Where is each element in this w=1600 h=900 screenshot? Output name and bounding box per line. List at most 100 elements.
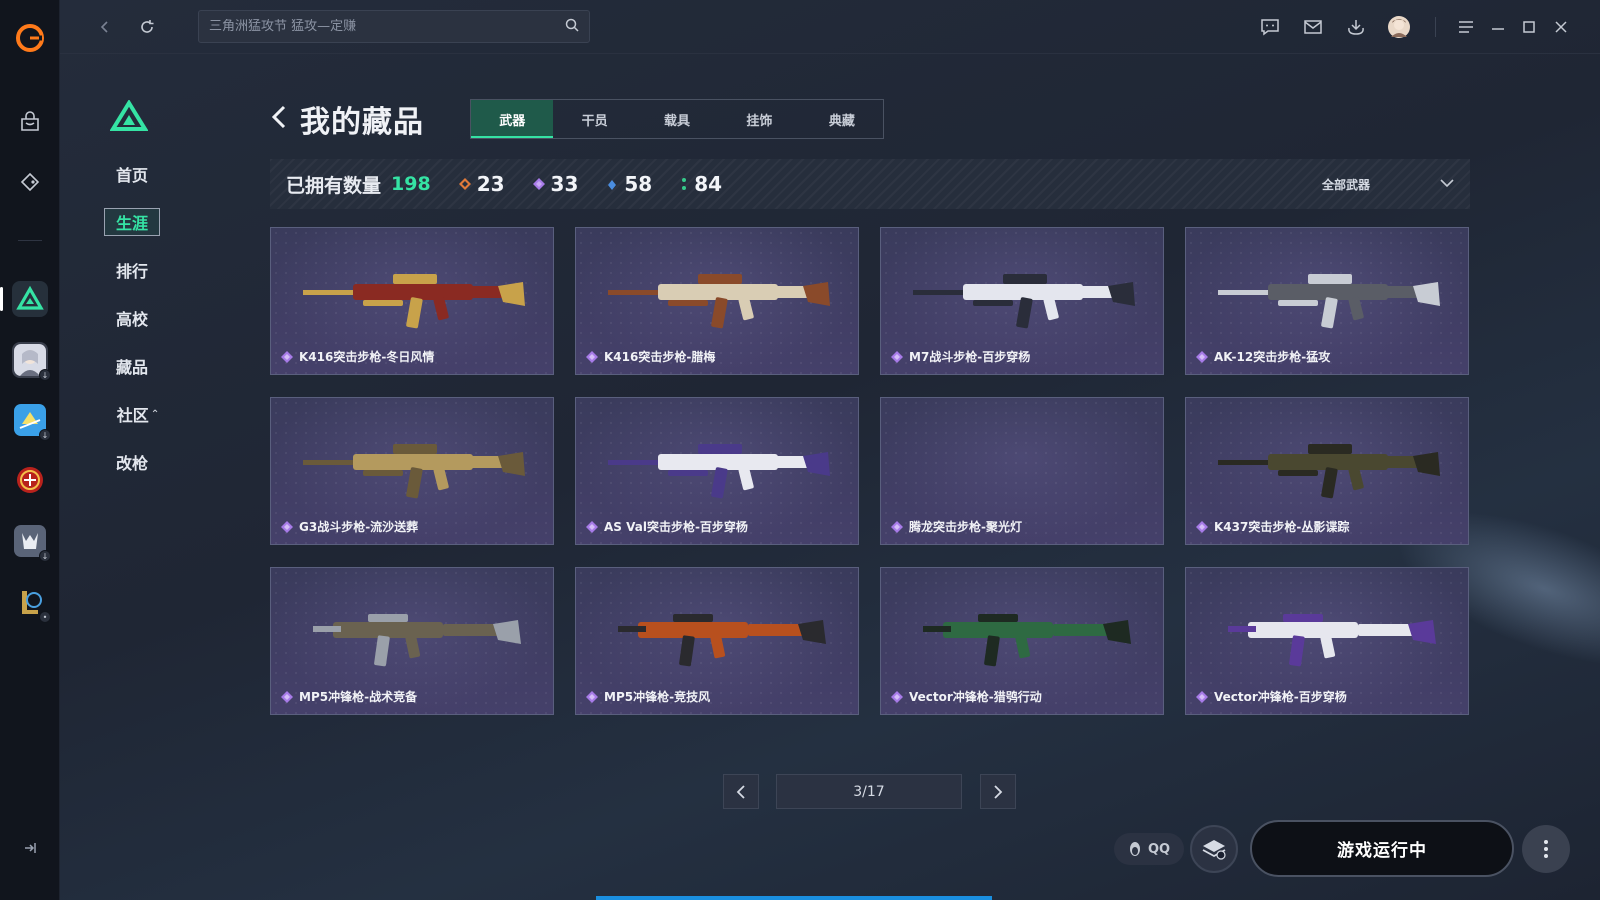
settings-badge-icon: • [39, 611, 51, 623]
qq-penguin-icon [1129, 842, 1140, 856]
collapse-sidebar-icon[interactable] [18, 836, 42, 860]
menu-icon[interactable] [1453, 14, 1479, 40]
game-running-button[interactable]: 游戏运行中 [1250, 820, 1514, 877]
item-name: AS Val突击步枪-百步穿杨 [604, 520, 748, 534]
tab-vehicles[interactable]: 载具 [636, 100, 718, 138]
minimize-icon[interactable] [1485, 14, 1511, 40]
card-label-row: G3战斗步枪-流沙送葬 [281, 518, 418, 535]
tab-operators[interactable]: 干员 [553, 100, 635, 138]
league-game-icon[interactable]: • [12, 584, 51, 623]
rarity-diamond-icon [586, 690, 598, 703]
subnav-college[interactable]: 高校 [104, 304, 160, 332]
item-name: K416突击步枪-冬日风情 [299, 350, 435, 364]
tab-weapons[interactable]: 武器 [471, 100, 554, 138]
rarity-diamond-icon [1196, 690, 1208, 703]
delta-force-logo [109, 99, 149, 136]
rail-divider [18, 240, 42, 241]
item-name: K437突击步枪-丛影谍踪 [1214, 520, 1350, 534]
back-arrow-icon[interactable] [270, 104, 288, 134]
subnav-gunsmith[interactable]: 改枪 [104, 448, 160, 476]
item-name: M7战斗步枪-百步穿杨 [909, 350, 1031, 364]
maximize-icon[interactable] [1516, 14, 1542, 40]
subnav-collection[interactable]: 藏品 [104, 352, 160, 380]
store-icon[interactable] [12, 104, 48, 140]
app-logo[interactable] [12, 20, 48, 56]
item-name: AK-12突击步枪-猛攻 [1214, 350, 1331, 364]
close-icon[interactable] [1548, 14, 1574, 40]
mail-icon[interactable] [1300, 14, 1326, 40]
sky-game-icon[interactable]: ↓ [12, 402, 51, 441]
download-icon[interactable] [1343, 14, 1369, 40]
subnav-ranking[interactable]: 排行 [104, 256, 160, 284]
collection-card[interactable]: K416突击步枪-腊梅 [575, 227, 859, 375]
subnav-label: 高校 [115, 310, 148, 329]
refresh-button[interactable] [134, 14, 160, 40]
game-library-icon[interactable] [12, 164, 48, 200]
rarity-count: 84 [694, 172, 723, 196]
rarity-count: 23 [476, 172, 505, 196]
rarity-diamond-icon [586, 350, 598, 363]
search-icon[interactable] [565, 17, 579, 36]
collection-card[interactable]: G3战斗步枪-流沙送葬 [270, 397, 554, 545]
subnav-home[interactable]: 首页 [104, 160, 160, 188]
page-indicator: 3/17 [776, 774, 962, 809]
collection-card[interactable]: 腾龙突击步枪-聚光灯 [880, 397, 1164, 545]
item-name: K416突击步枪-腊梅 [604, 350, 716, 364]
filter-label: 全部武器 [1321, 177, 1370, 192]
rifle-icon [303, 274, 525, 329]
subnav-label: 藏品 [115, 358, 148, 377]
collection-card[interactable]: M7战斗步枪-百步穿杨 [880, 227, 1164, 375]
crossfire-game-icon[interactable] [12, 462, 48, 498]
owned-label: 已拥有数量 [286, 174, 382, 197]
rarity-diamond-icon [891, 690, 903, 703]
delta-force-game-icon[interactable] [12, 281, 48, 317]
collection-card[interactable]: Vector冲锋枪-百步穿杨 [1185, 567, 1469, 715]
card-label-row: Vector冲锋枪-百步穿杨 [1196, 688, 1347, 705]
collection-card[interactable]: K437突击步枪-丛影谍踪 [1185, 397, 1469, 545]
rarity-diamond-icon [586, 520, 598, 533]
download-badge-icon: ↓ [39, 550, 51, 562]
item-name: Vector冲锋枪-猎鸮行动 [909, 690, 1042, 704]
back-button[interactable] [92, 14, 118, 40]
rarity-green: 84 [680, 172, 722, 196]
tab-collectibles[interactable]: 典藏 [801, 100, 883, 138]
hero-game-icon[interactable]: ↓ [12, 523, 51, 562]
qq-button[interactable]: QQ [1114, 833, 1184, 865]
collection-card[interactable]: AS Val突击步枪-百步穿杨 [575, 397, 859, 545]
item-name: 腾龙突击步枪-聚光灯 [909, 520, 1022, 534]
subnav-label: 改枪 [115, 454, 148, 473]
smg-icon [1228, 614, 1436, 667]
rarity-diamond-icon [1196, 350, 1208, 363]
rarity-purple: 33 [532, 172, 578, 196]
rarity-diamond-icon [281, 690, 293, 703]
next-page-button[interactable] [980, 774, 1016, 809]
subnav-career[interactable]: 生涯 [104, 208, 160, 236]
collection-card[interactable]: MP5冲锋枪-战术竞备 [270, 567, 554, 715]
prev-page-button[interactable] [723, 774, 759, 809]
rarity-diamond-icon [891, 350, 903, 363]
smg-icon [313, 614, 521, 667]
chat-icon[interactable] [1257, 14, 1283, 40]
subnav-community[interactable]: 社区 ⌃ [110, 400, 166, 428]
collection-card[interactable]: Vector冲锋枪-猎鸮行动 [880, 567, 1164, 715]
more-options-button[interactable] [1522, 825, 1570, 873]
collection-card[interactable]: K416突击步枪-冬日风情 [270, 227, 554, 375]
qq-label: QQ [1147, 841, 1171, 857]
weapon-filter-dropdown[interactable]: 全部武器 [1322, 159, 1454, 209]
tab-charms[interactable]: 挂饰 [718, 100, 800, 138]
top-bar [60, 0, 1600, 54]
app-rail: ↓ ↓ ↓ • [0, 0, 60, 900]
card-label-row: AS Val突击步枪-百步穿杨 [586, 518, 748, 535]
item-name: Vector冲锋枪-百步穿杨 [1214, 690, 1347, 704]
rifle-icon [608, 274, 830, 329]
rifle-icon [1218, 274, 1440, 329]
collection-card[interactable]: AK-12突击步枪-猛攻 [1185, 227, 1469, 375]
download-progress-strip [596, 896, 992, 900]
avatar[interactable] [1386, 14, 1412, 40]
search-box[interactable] [198, 10, 590, 43]
card-label-row: K416突击步枪-腊梅 [586, 348, 715, 365]
anime-game-icon[interactable]: ↓ [12, 342, 51, 381]
accelerator-button[interactable] [1190, 825, 1238, 873]
collection-card[interactable]: MP5冲锋枪-竞技风 [575, 567, 859, 715]
search-input[interactable] [209, 19, 565, 34]
